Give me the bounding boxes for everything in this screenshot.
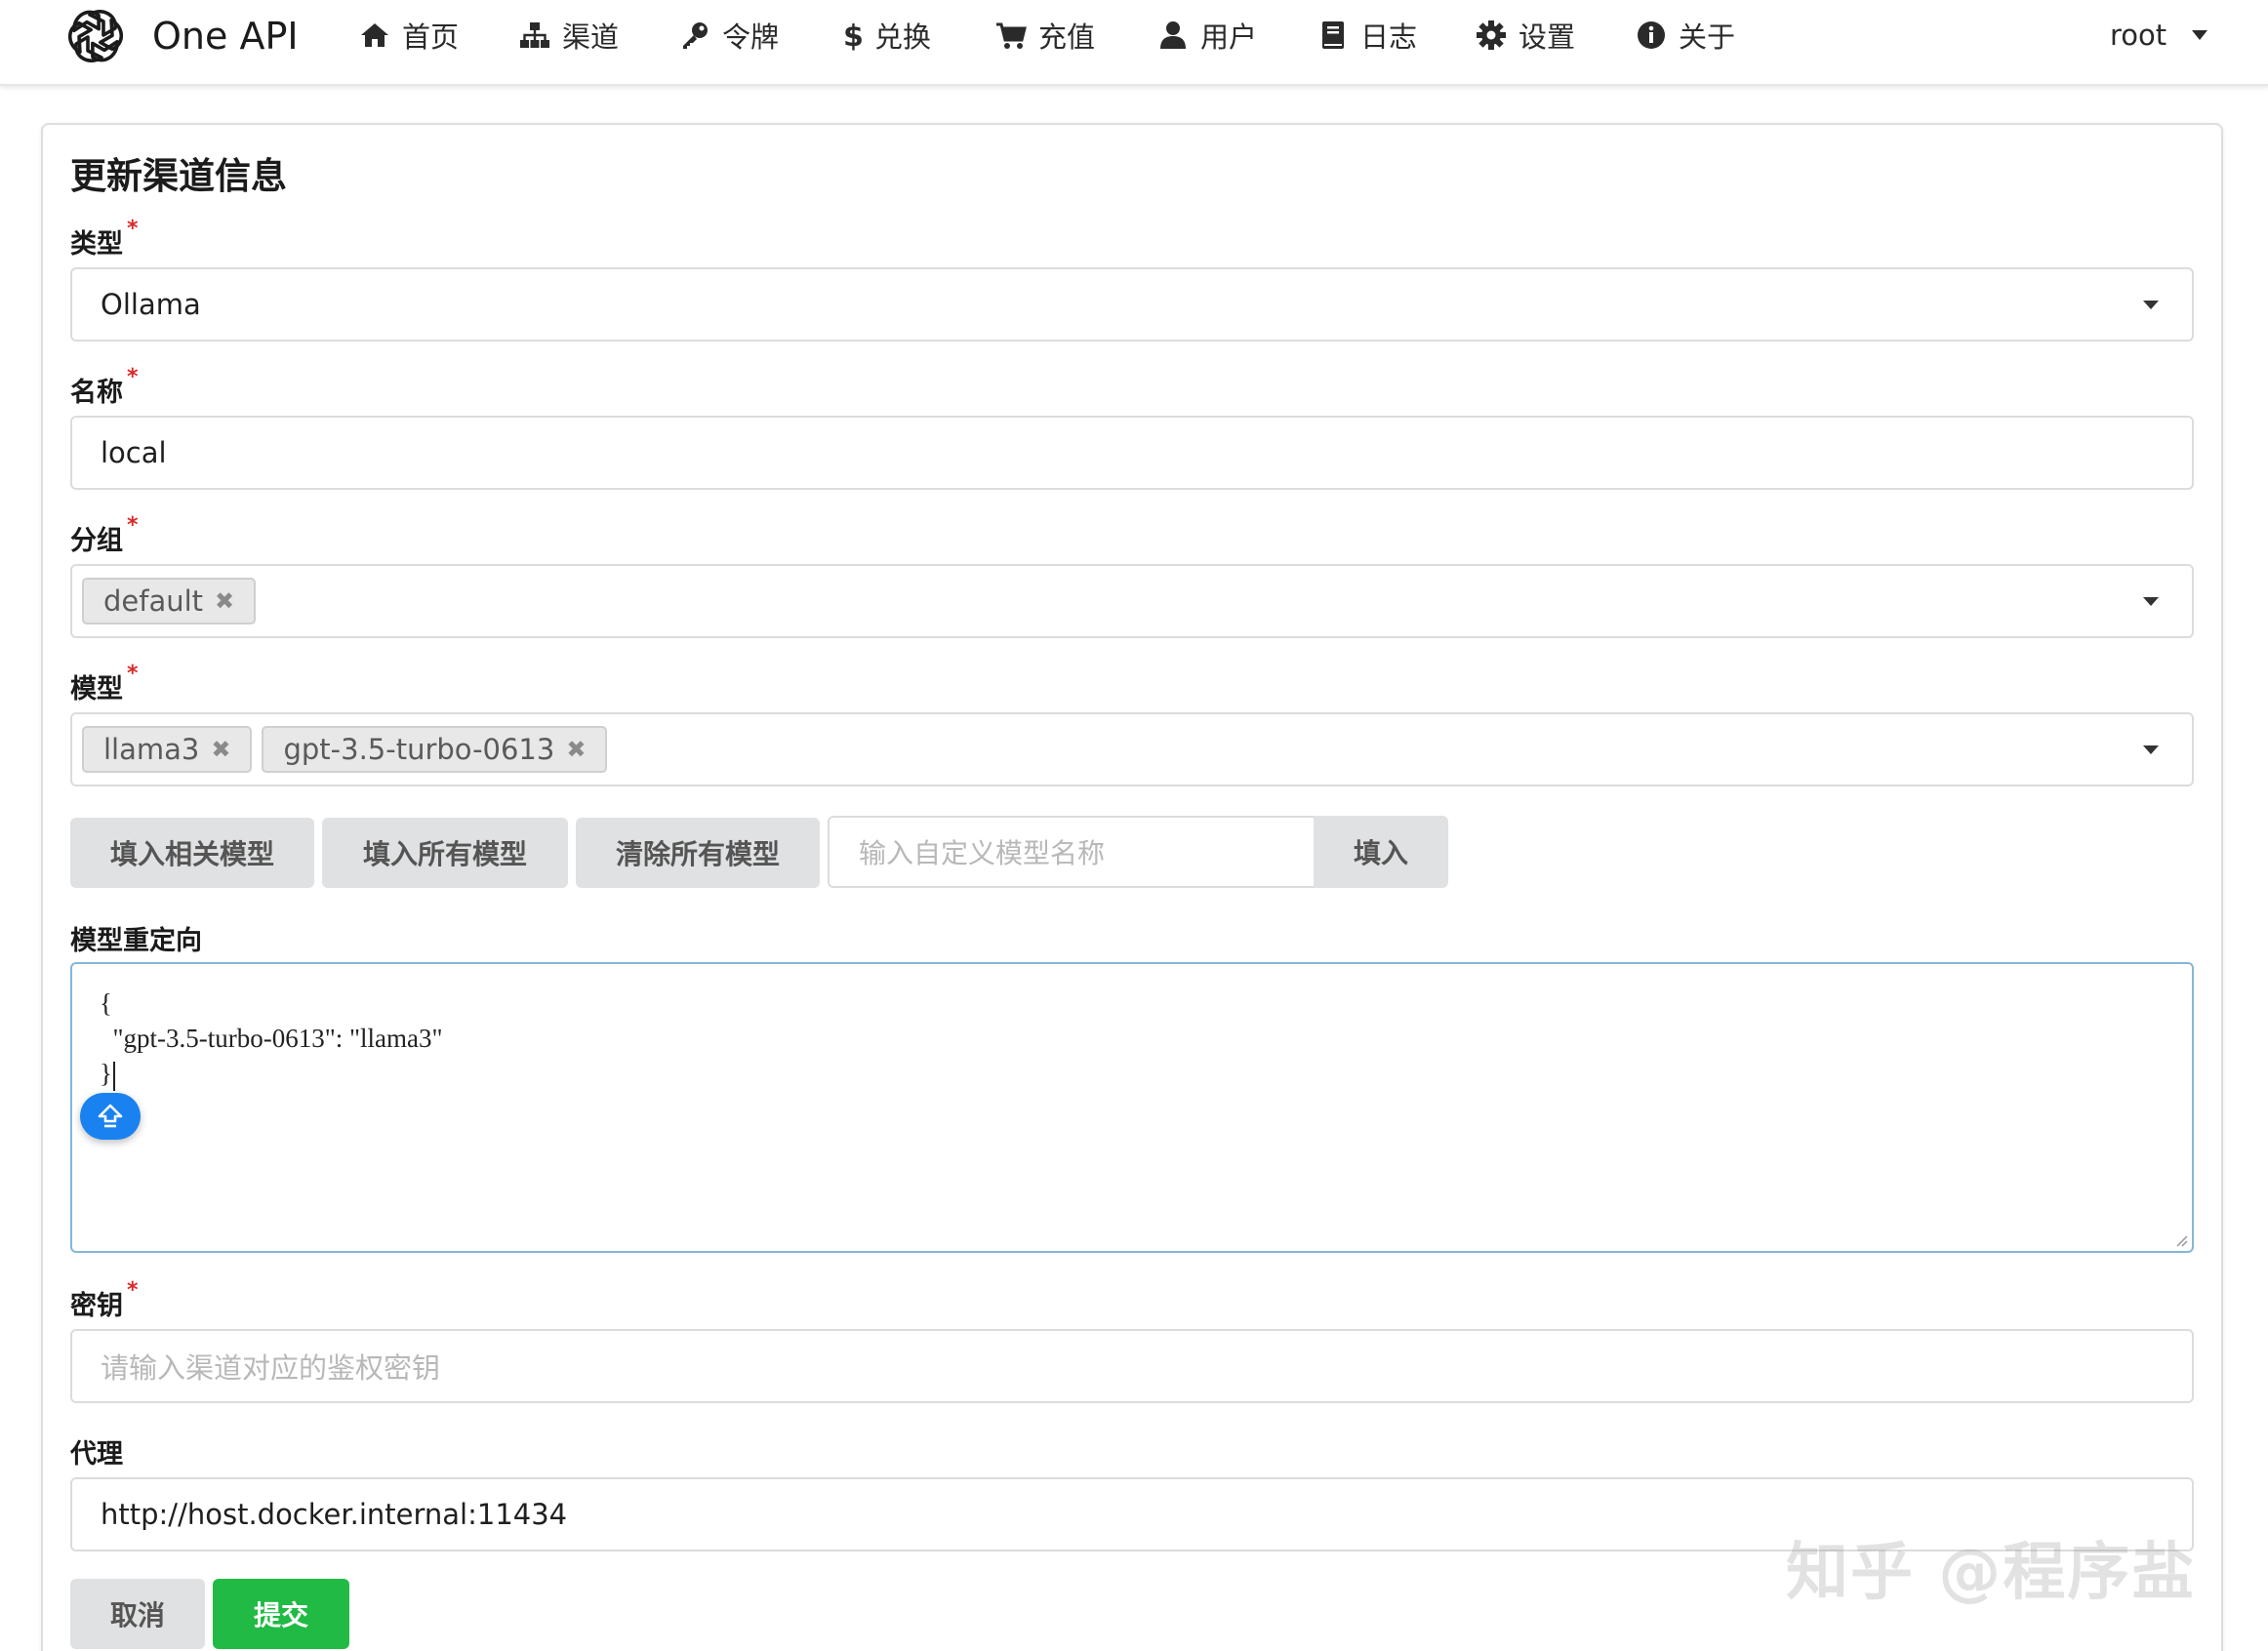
brand[interactable]: One API	[61, 0, 299, 72]
chevron-down-icon	[2192, 30, 2208, 40]
name-label: 名称*	[70, 365, 139, 409]
nav-topup[interactable]: 充值	[995, 0, 1095, 70]
required-mark: *	[127, 365, 139, 389]
gear-icon	[1476, 20, 1507, 51]
openai-logo-icon	[67, 10, 124, 62]
nav-channels[interactable]: 渠道	[519, 0, 619, 70]
resize-grip-icon[interactable]	[2172, 1231, 2188, 1247]
app-name: One API	[152, 15, 299, 58]
proxy-input-value: http://host.docker.internal:11434	[101, 1498, 568, 1531]
nav-logs-label: 日志	[1360, 20, 1418, 54]
key-icon	[679, 20, 710, 51]
cancel-button[interactable]: 取消	[70, 1579, 205, 1649]
mapping-line-3: }	[100, 1056, 2192, 1091]
models-label-text: 模型	[70, 674, 123, 705]
remove-tag-icon[interactable]: ✖	[215, 587, 234, 615]
info-circle-icon	[1636, 20, 1667, 51]
fill-custom-model-button[interactable]: 填入	[1314, 816, 1448, 888]
submit-button[interactable]: 提交	[213, 1579, 349, 1649]
model-tag: gpt-3.5-turbo-0613 ✖	[262, 726, 608, 773]
nav-redeem[interactable]: $ 兑换	[841, 0, 931, 70]
user-dropdown[interactable]: root	[2110, 0, 2208, 70]
clear-all-models-button[interactable]: 清除所有模型	[576, 818, 820, 888]
svg-text:$: $	[843, 20, 863, 51]
type-select[interactable]: Ollama	[70, 267, 2194, 342]
nav-topup-label: 充值	[1038, 20, 1096, 54]
top-navbar: One API 首页 渠道 令牌 $ 兑换 充值 用户 日志 设置 关于 roo…	[0, 0, 2268, 86]
home-icon	[359, 20, 390, 51]
nav-about-label: 关于	[1679, 20, 1736, 54]
key-input[interactable]: 请输入渠道对应的鉴权密钥	[70, 1329, 2194, 1403]
name-input[interactable]: local	[70, 416, 2194, 490]
nav-channels-label: 渠道	[562, 20, 620, 54]
key-label-text: 密钥	[70, 1291, 123, 1321]
model-mapping-label: 模型重定向	[70, 926, 202, 956]
model-tag: llama3 ✖	[82, 726, 253, 773]
remove-tag-icon[interactable]: ✖	[211, 736, 230, 763]
nav-home[interactable]: 首页	[359, 0, 459, 70]
nav-redeem-label: 兑换	[874, 20, 932, 54]
upload-arrow-icon	[98, 1104, 123, 1128]
floating-upload-button[interactable]	[80, 1093, 141, 1140]
book-icon	[1317, 20, 1349, 51]
nav-logs[interactable]: 日志	[1317, 0, 1417, 70]
required-mark: *	[127, 1278, 139, 1303]
group-tag: default ✖	[82, 578, 257, 624]
key-label: 密钥*	[70, 1278, 139, 1322]
custom-model-input[interactable]: 输入自定义模型名称	[828, 816, 1314, 888]
cart-icon	[995, 20, 1027, 51]
group-label-text: 分组	[70, 526, 123, 556]
type-select-value: Ollama	[101, 288, 201, 321]
text-cursor	[112, 1061, 115, 1091]
nav-settings[interactable]: 设置	[1476, 0, 1575, 70]
model-tag-label: gpt-3.5-turbo-0613	[283, 733, 555, 766]
dollar-icon: $	[841, 20, 863, 51]
page-title: 更新渠道信息	[70, 155, 287, 197]
name-label-text: 名称	[70, 378, 123, 408]
required-mark: *	[127, 217, 139, 241]
type-label-text: 类型	[70, 229, 123, 260]
nav-tokens-label: 令牌	[722, 20, 780, 54]
nav-home-label: 首页	[402, 20, 460, 54]
fill-all-models-button[interactable]: 填入所有模型	[322, 818, 568, 888]
dropdown-caret-icon	[2143, 745, 2159, 754]
model-mapping-textarea[interactable]: { "gpt-3.5-turbo-0613": "llama3"}	[70, 962, 2194, 1253]
fill-related-models-button[interactable]: 填入相关模型	[70, 818, 314, 888]
nav-users[interactable]: 用户	[1157, 0, 1257, 70]
group-tag-label: default	[103, 584, 204, 618]
proxy-label: 代理	[70, 1439, 123, 1470]
model-tag-label: llama3	[103, 733, 200, 766]
name-input-value: local	[101, 436, 167, 469]
nav-users-label: 用户	[1200, 20, 1258, 54]
required-mark: *	[127, 662, 139, 686]
models-label: 模型*	[70, 662, 139, 705]
dropdown-caret-icon	[2143, 597, 2159, 606]
nav-tokens[interactable]: 令牌	[679, 0, 779, 70]
mapping-line-1: {	[100, 988, 112, 1018]
type-label: 类型*	[70, 217, 139, 261]
user-icon	[1157, 20, 1189, 51]
watermark: 知乎 @程序盐	[1786, 1537, 2197, 1609]
group-multiselect[interactable]: default ✖	[70, 564, 2194, 638]
remove-tag-icon[interactable]: ✖	[566, 736, 586, 763]
nav-about[interactable]: 关于	[1636, 0, 1735, 70]
sitemap-icon	[519, 20, 550, 51]
dropdown-caret-icon	[2143, 301, 2159, 309]
mapping-line-3-text: }	[100, 1059, 112, 1088]
models-multiselect[interactable]: llama3 ✖ gpt-3.5-turbo-0613 ✖	[70, 712, 2194, 786]
mapping-line-2: "gpt-3.5-turbo-0613": "llama3"	[100, 1024, 443, 1053]
group-label: 分组*	[70, 513, 139, 557]
nav-settings-label: 设置	[1519, 20, 1576, 54]
username: root	[2110, 19, 2167, 52]
required-mark: *	[127, 513, 139, 538]
